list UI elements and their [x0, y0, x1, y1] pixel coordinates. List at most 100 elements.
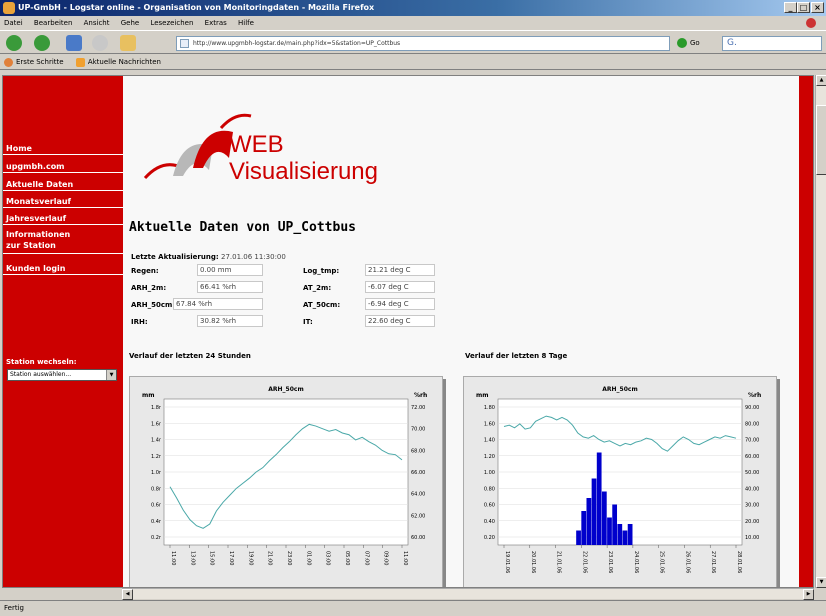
x-tick-label: 23:00 — [286, 551, 292, 565]
measurement-label: IT: — [303, 318, 313, 326]
menu-help[interactable]: Hilfe — [238, 19, 254, 27]
page-icon — [180, 39, 189, 48]
throbber-icon — [806, 18, 816, 28]
sidebar-item-kunden-login[interactable]: Kunden login — [3, 263, 123, 275]
firefox-icon — [4, 57, 13, 67]
forward-icon[interactable] — [34, 35, 50, 51]
sidebar-divider — [3, 253, 123, 254]
y-tick-label: 1.4r — [151, 438, 162, 444]
scroll-left-icon[interactable]: ◀ — [122, 589, 133, 600]
firefox-icon — [3, 2, 15, 14]
go-button[interactable]: Go — [677, 36, 700, 51]
y-tick-label: 1.8r — [151, 405, 162, 411]
bookmark-label: Erste Schritte — [16, 58, 64, 66]
minimize-button[interactable]: _ — [784, 2, 797, 13]
horizontal-scrollbar[interactable]: ◀ ▶ — [122, 588, 814, 600]
menu-bookmarks[interactable]: Lesezeichen — [150, 19, 193, 27]
scroll-down-icon[interactable]: ▼ — [816, 577, 826, 588]
rain-bar — [622, 530, 628, 545]
y2-tick-label: 64.00 — [411, 492, 425, 498]
scroll-thumb[interactable] — [816, 105, 826, 175]
x-tick-label: 27.01.06 — [710, 551, 716, 573]
measurement-value: 22.60 deg C — [365, 315, 435, 327]
rain-bar — [617, 524, 623, 545]
x-tick-label: 23.01.06 — [607, 551, 613, 573]
station-select-value: Station auswählen... — [10, 371, 72, 378]
close-button[interactable]: × — [811, 2, 824, 13]
x-tick-label: 17:00 — [228, 551, 234, 565]
status-bar: Fertig — [0, 600, 826, 615]
last-update-label: Letzte Aktualisierung: — [131, 253, 219, 261]
home-icon[interactable] — [120, 35, 136, 51]
bookmark-erste-schritte[interactable]: Erste Schritte — [4, 57, 64, 67]
x-tick-label: 13:00 — [189, 551, 195, 565]
scroll-up-icon[interactable]: ▲ — [816, 75, 826, 86]
x-tick-label: 19.01.06 — [504, 551, 510, 573]
sidebar: Home upgmbh.com Aktuelle Daten Monatsver… — [3, 76, 123, 587]
x-tick-label: 26.01.06 — [684, 551, 690, 573]
vertical-scrollbar[interactable]: ▲ ▼ — [815, 75, 826, 588]
rain-bar — [576, 530, 581, 545]
measurement-value: 66.41 %rh — [197, 281, 263, 293]
url-text: http://www.upgmbh-logstar.de/main.php?id… — [193, 40, 401, 47]
y2-tick-label: 90.00 — [745, 405, 759, 411]
search-input[interactable]: G. — [722, 36, 822, 51]
rain-bar — [581, 511, 587, 545]
chart-24h: ARH_50cm mm %rh 0.2r 0.4r 0.6r 0.8r 1.0r 1.2r 1.4… — [129, 376, 443, 587]
x-tick-label: 25.01.06 — [659, 551, 665, 573]
chart-8d-title: Verlauf der letzten 8 Tage — [465, 352, 568, 360]
rain-bar — [601, 491, 607, 545]
sidebar-item-home[interactable]: Home — [3, 143, 123, 155]
right-brand-strip — [799, 76, 813, 587]
scroll-right-icon[interactable]: ▶ — [803, 589, 814, 600]
reload-icon[interactable] — [66, 35, 82, 51]
y-tick-label: 0.80 — [484, 486, 495, 492]
sidebar-item-monatsverlauf[interactable]: Monatsverlauf — [3, 196, 123, 208]
chart-svg: ARH_50cmmm %rh 0.2r 0.4r 0.6r 0.8r 1.0r 1.2r 1.4… — [142, 386, 427, 565]
sidebar-item-upgmbh[interactable]: upgmbh.com — [3, 161, 123, 173]
x-tick-label: 01:00 — [305, 551, 311, 565]
menu-view[interactable]: Ansicht — [84, 19, 110, 27]
menu-edit[interactable]: Bearbeiten — [34, 19, 72, 27]
go-icon — [677, 38, 687, 48]
window-titlebar: UP-GmbH - Logstar online - Organisation … — [0, 0, 826, 16]
search-icon: G. — [727, 38, 737, 48]
y-tick-label: 1.20 — [484, 454, 495, 460]
y-tick-label: 0.8r — [151, 486, 162, 492]
y2-tick-label: 66.00 — [411, 470, 425, 476]
menu-file[interactable]: Datei — [4, 19, 23, 27]
y-tick-label: 1.80 — [484, 405, 495, 411]
y2-axis-label: %rh — [414, 392, 427, 399]
x-tick-label: 22.01.06 — [581, 551, 587, 573]
measurement-label: Regen: — [131, 267, 159, 275]
url-input[interactable]: http://www.upgmbh-logstar.de/main.php?id… — [176, 36, 670, 51]
bookmark-nachrichten[interactable]: Aktuelle Nachrichten — [75, 57, 161, 67]
y2-tick-label: 30.00 — [745, 503, 759, 509]
station-select[interactable]: Station auswählen... ▼ — [7, 369, 117, 381]
x-tick-label: 19:00 — [247, 551, 253, 565]
menu-bar: Datei Bearbeiten Ansicht Gehe Lesezeiche… — [0, 16, 826, 30]
rain-bar — [607, 517, 612, 545]
logo-text-web: WEB — [229, 131, 284, 158]
x-tick-label: 15:00 — [209, 551, 215, 565]
stop-icon[interactable] — [92, 35, 108, 51]
measurement-value: -6.94 deg C — [365, 298, 435, 310]
sidebar-item-aktuelle-daten[interactable]: Aktuelle Daten — [3, 179, 123, 191]
y2-tick-label: 20.00 — [745, 519, 759, 525]
y2-tick-label: 60.00 — [411, 535, 425, 541]
maximize-button[interactable]: □ — [797, 2, 810, 13]
y2-axis-label: %rh — [748, 392, 761, 399]
y2-tick-label: 40.00 — [745, 486, 759, 492]
y2-tick-label: 72.00 — [411, 405, 425, 411]
back-icon[interactable] — [6, 35, 22, 51]
sidebar-item-jahresverlauf[interactable]: Jahresverlauf — [3, 213, 123, 225]
chart-title: ARH_50cm — [602, 386, 637, 393]
menu-tools[interactable]: Extras — [205, 19, 227, 27]
y-tick-label: 1.00 — [484, 470, 495, 476]
logo-text-visualisierung: Visualisierung — [229, 158, 378, 185]
y-tick-label: 0.6r — [151, 503, 162, 509]
sidebar-item-informationen[interactable]: Informationen zur Station — [3, 229, 73, 251]
x-tick-label: 28.01.06 — [736, 551, 742, 573]
measurement-label: ARH_50cm: — [131, 301, 176, 309]
menu-go[interactable]: Gehe — [121, 19, 139, 27]
